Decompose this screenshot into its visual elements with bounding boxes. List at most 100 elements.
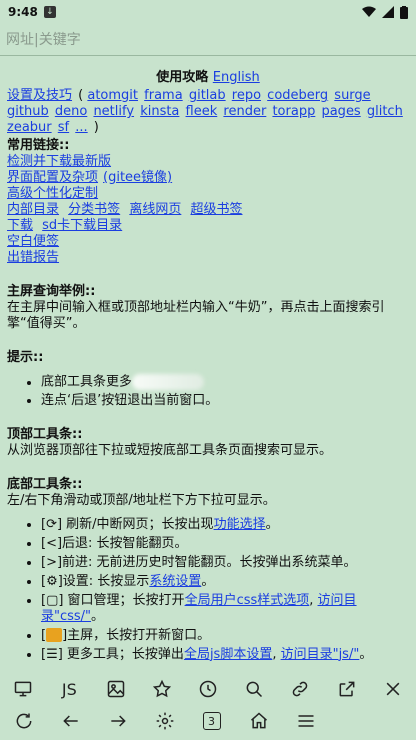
key-item-settings: [⚙]设置: 长按显示系统设置。 [41,574,409,590]
tip-item: 连点‘后退’按钮退出当前窗口。 [41,393,409,409]
home-icon [250,712,267,729]
mirror-link-glitch[interactable]: glitch [367,104,403,119]
page-content: 使用攻略 English 设置及技巧 ( atomgit frama gitla… [0,58,416,676]
mirror-link-sf[interactable]: sf [58,120,69,135]
refresh-button[interactable] [0,711,47,731]
search-icon [246,681,263,698]
homepage-section: 主屏查询举例:: 在主屏中间输入框或顶部地址栏内输入“牛奶”，再点击上面搜索引擎… [7,284,409,332]
copy-link-button[interactable] [277,679,323,699]
history-button[interactable] [185,679,231,699]
mirror-link-fleek[interactable]: fleek [186,104,218,119]
download-link[interactable]: 下载 [7,218,33,233]
system-settings-link[interactable]: 系统设置 [149,574,201,589]
mirror-link-atomgit[interactable]: atomgit [87,88,138,103]
mirror-link-netlify[interactable]: netlify [93,104,134,119]
english-link[interactable]: English [213,70,260,85]
js-dir-link[interactable]: 访问目录"js/" [281,647,360,662]
top-tool-row: JS [0,674,416,704]
tips-heading: 提示:: [7,350,44,365]
check-update-link[interactable]: 检测并下载最新版 [7,154,111,169]
bookmark-star-button[interactable] [139,679,185,699]
status-time: 9:48 [8,5,38,19]
homepage-text: 在主屏中间输入框或顶部地址栏内输入“牛奶”，再点击上面搜索引擎“值得买”。 [7,300,385,331]
image-button[interactable] [92,679,138,699]
error-report-link[interactable]: 出错报告 [7,250,59,265]
page-search-button[interactable] [231,679,277,699]
js-toggle-button[interactable]: JS [46,680,92,699]
share-button[interactable] [324,679,370,699]
top-toolbar-text: 从浏览器顶部往下拉或短按底部工具条页面搜索可显示。 [7,442,333,458]
back-button[interactable] [47,711,94,731]
download-notification-icon: ↓ [43,6,56,18]
key-item-window: [▢] 窗口管理；长按打开全局用户css样式选项, 访问目录"css/"。 [41,593,409,625]
category-bookmarks-link[interactable]: 分类书签 [68,202,120,217]
mirror-link-deno[interactable]: deno [55,104,87,119]
desktop-mode-button[interactable] [0,679,46,699]
menu-button[interactable] [282,711,329,731]
monitor-icon [14,681,32,697]
window-manager-button[interactable]: 3 [188,712,235,730]
super-bookmarks-link[interactable]: 超级书签 [190,202,242,217]
bottom-nav-row: 3 [0,706,416,736]
status-bar: 9:48 ↓ [0,0,416,24]
close-toolbar-button[interactable] [370,679,416,699]
home-orange-icon [46,628,63,642]
mirror-link-zeabur[interactable]: zeabur [7,120,52,135]
common-links: 常用链接:: 检测并下载最新版 界面配置及杂项 (gitee镜像) 高级个性化定制… [7,138,409,266]
top-toolbar-heading: 顶部工具条:: [7,426,83,442]
blank-note-link[interactable]: 空白便签 [7,234,59,249]
battery-icon [400,5,408,19]
top-toolbar-section: 顶部工具条:: 从浏览器顶部往下拉或短按底部工具条页面搜索可显示。 [7,427,409,459]
settings-tips-link[interactable]: 设置及技巧 [7,88,72,103]
key-item-more: [☰] 更多工具；长按弹出全局js脚本设置, 访问目录"js/"。 [41,647,409,663]
menu-icon [298,715,313,727]
home-button[interactable] [235,711,282,731]
guide-title-text: 使用攻略 [156,70,209,85]
bottom-toolbar-section: 底部工具条:: 左/右下角滑动或顶部/地址栏下方下拉可显示。 [⟳] 刷新/中断… [7,477,409,663]
common-links-heading: 常用链接:: [7,138,70,153]
mirror-links: 设置及技巧 ( atomgit frama gitlab repo codebe… [7,88,403,135]
bottom-toolbar-text: 左/右下角滑动或顶部/地址栏下方下拉可显示。 [7,492,276,508]
global-css-link[interactable]: 全局用户css样式选项 [185,593,310,608]
mirror-link-pages[interactable]: pages [321,104,360,119]
external-link-icon [339,681,355,697]
mirror-link-frama[interactable]: frama [144,88,183,103]
key-item-forward: [>]前进: 无前进历史时智能翻页。长按弹出系统菜单。 [41,555,409,571]
close-icon [386,682,400,696]
sdcard-download-link[interactable]: sd卡下载目录 [42,218,122,233]
star-icon [152,679,171,698]
refresh-icon [16,713,31,729]
ui-config-link[interactable]: 界面配置及杂项 [7,170,98,185]
mirror-link-github[interactable]: github [7,104,49,119]
advanced-custom-link[interactable]: 高级个性化定制 [7,186,98,201]
toast-overlay [132,374,205,390]
mirror-link-codeberg[interactable]: codeberg [267,88,328,103]
global-js-link[interactable]: 全局js脚本设置 [184,647,272,662]
mirror-link-surge[interactable]: surge [334,88,370,103]
offline-pages-link[interactable]: 离线网页 [129,202,181,217]
homepage-heading: 主屏查询举例:: [7,284,96,299]
function-select-link[interactable]: 功能选择 [214,517,266,532]
bottom-toolbar-heading: 底部工具条:: [7,476,83,492]
tip-item: 底部工具条更多 [41,374,409,391]
mirror-link-torapp[interactable]: torapp [272,104,315,119]
key-item-refresh: [⟳] 刷新/中断网页；长按出现功能选择。 [41,517,409,533]
mirror-link-repo[interactable]: repo [232,88,261,103]
mirror-link-gitlab[interactable]: gitlab [189,88,226,103]
guide-title: 使用攻略 English [7,70,409,86]
address-bar [0,24,416,56]
arrow-right-icon [110,715,126,727]
key-item-back: [<]后退: 长按智能翻页。 [41,536,409,552]
mirror-link-render[interactable]: render [223,104,266,119]
wifi-icon [362,6,376,17]
internal-dir-link[interactable]: 内部目录 [7,202,59,217]
gear-icon [156,712,173,730]
mirror-link-more[interactable]: ... [75,120,87,135]
mirror-link-kinsta[interactable]: kinsta [140,104,179,119]
address-input[interactable] [6,26,410,53]
settings-button[interactable] [141,711,188,731]
image-icon [107,680,124,698]
arrow-left-icon [62,715,78,727]
gitee-mirror-link[interactable]: (gitee镜像) [103,170,172,185]
forward-button[interactable] [94,711,141,731]
